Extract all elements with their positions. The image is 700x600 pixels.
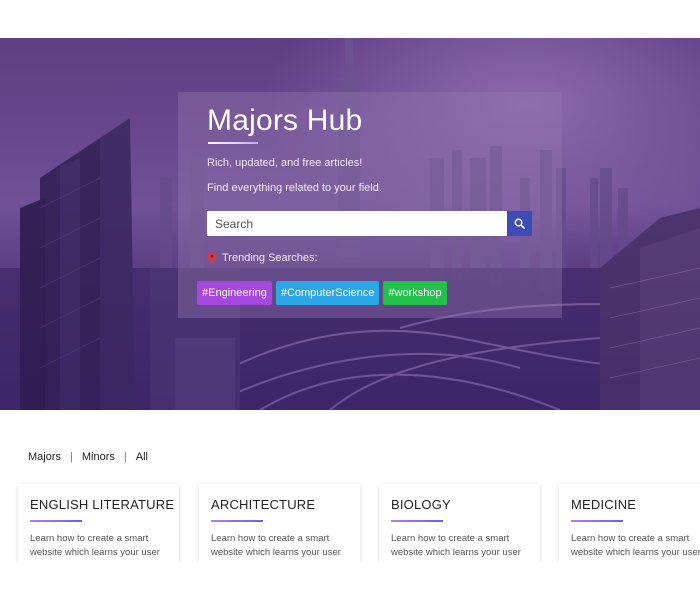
- filter-majors[interactable]: Majors: [28, 451, 61, 463]
- search-icon: [514, 218, 525, 229]
- card-title: ARCHITECTURE: [211, 497, 316, 512]
- filter-separator: |: [123, 451, 127, 463]
- page: Majors Hub Rich, updated, and free artic…: [0, 0, 700, 600]
- trending-tags: #Engineering #ComputerScience #workshop: [197, 281, 447, 305]
- card-architecture[interactable]: ARCHITECTURE Learn how to create a smart…: [199, 484, 360, 564]
- card-title: MEDICINE: [571, 497, 637, 512]
- filter-all[interactable]: All: [136, 451, 148, 463]
- filter-separator: |: [70, 451, 73, 463]
- trending-row: Trending Searches:: [207, 252, 318, 264]
- tag-computerscience[interactable]: #ComputerScience: [275, 281, 380, 305]
- card-description: Learn how to create a smart website whic…: [571, 533, 700, 558]
- card-description: Learn how to create a smart website whic…: [391, 533, 521, 558]
- major-cards: ENGLISH LITERATURE Learn how to create a…: [18, 484, 700, 564]
- tag-engineering[interactable]: #Engineering: [197, 281, 272, 305]
- card-medicine[interactable]: MEDICINE Learn how to create a smart web…: [559, 484, 700, 564]
- title-underline: [208, 142, 258, 144]
- card-underline: [211, 520, 263, 522]
- tagline-primary: Rich, updated, and free articles!: [207, 157, 363, 169]
- card-title: BIOLOGY: [391, 497, 451, 512]
- card-title: ENGLISH LITERATURE: [30, 497, 175, 512]
- card-description: Learn how to create a smart website whic…: [30, 533, 160, 558]
- trending-label: Trending Searches:: [222, 252, 318, 264]
- filter-minors[interactable]: Minors: [82, 451, 115, 463]
- card-underline: [391, 520, 443, 522]
- tagline-secondary: Find everything related to your field.: [207, 182, 382, 194]
- card-underline: [30, 520, 82, 522]
- card-english-literature[interactable]: ENGLISH LITERATURE Learn how to create a…: [18, 484, 179, 564]
- site-title: Majors Hub: [207, 104, 363, 137]
- card-description: Learn how to create a smart website whic…: [211, 533, 341, 558]
- page-bottom: [0, 562, 700, 600]
- tag-workshop[interactable]: #workshop: [383, 281, 447, 305]
- category-filter: Majors | Minors | All: [28, 451, 148, 463]
- search-bar: [207, 211, 532, 236]
- card-underline: [571, 520, 623, 522]
- search-input[interactable]: [207, 211, 507, 236]
- map-pin-icon: [208, 252, 216, 264]
- card-biology[interactable]: BIOLOGY Learn how to create a smart webs…: [379, 484, 540, 564]
- search-button[interactable]: [507, 211, 532, 236]
